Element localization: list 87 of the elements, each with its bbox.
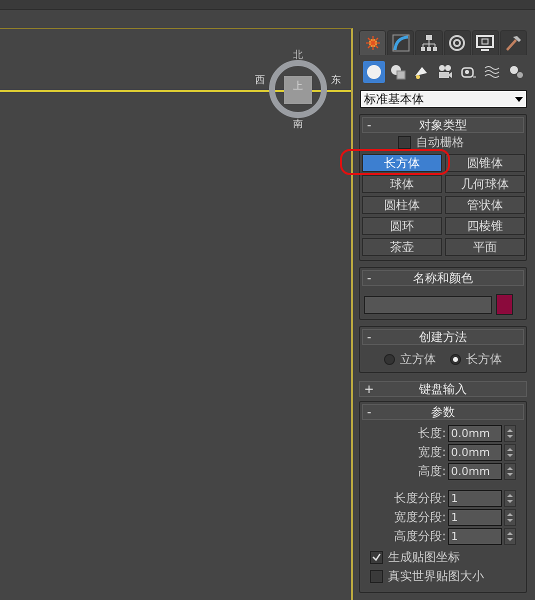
color-swatch[interactable] [496,294,513,315]
field-label: 宽度分段: [392,509,446,526]
spinner-arrows-icon [507,428,513,439]
toggle-sign: - [366,405,372,419]
panel-tab[interactable] [359,30,386,55]
panel-tab[interactable] [500,30,528,55]
checkbox[interactable] [370,570,383,582]
viewcube-ring-drawing[interactable] [268,59,328,119]
object-button[interactable]: 四棱锥 [445,217,525,235]
name-field[interactable] [364,296,492,314]
checkbox-label: 真实世界贴图大小 [388,568,484,584]
spinner-arrows-icon [507,493,513,504]
compass-label: 南 [293,120,303,130]
panel-tab[interactable] [415,30,443,55]
rollout-title: 对象类型 [418,116,468,134]
field-label: 宽度: [416,444,446,461]
panel-tab[interactable] [444,30,471,55]
panel-tab[interactable] [472,30,499,55]
number-field[interactable]: 1 [448,490,502,507]
spinner-button[interactable] [504,528,516,545]
toggle-sign: - [366,271,372,285]
field-label: 高度分段: [392,528,446,545]
spinner-button[interactable] [504,444,516,461]
spinner-button[interactable] [504,490,516,507]
rollout-title: 名称和颜色 [412,270,474,286]
rollout-title: 创建方法 [418,328,468,346]
field-label: 高度: [416,463,446,480]
number-field[interactable]: 1 [448,528,502,545]
radio-button[interactable] [384,354,395,365]
rollout-header[interactable]: - 创建方法 [362,329,524,345]
field-label: 长度: [416,425,446,442]
spinner-arrows-icon [507,447,513,458]
panel-tab[interactable] [387,30,414,55]
category-button[interactable] [363,61,385,83]
checkbox-label: 生成贴图坐标 [388,548,460,566]
type-dropdown[interactable]: 标准基本体 [360,90,527,108]
spinner-arrows-icon [507,512,513,523]
rollout-header[interactable]: - 参数 [362,404,524,420]
caret-icon [515,96,523,102]
spinner-arrows-icon [507,531,513,542]
disc-icon [448,34,466,52]
hierarchy-icon [420,34,438,52]
object-button[interactable]: 平面 [445,238,525,256]
spinner-button[interactable] [504,425,516,442]
camera-icon [437,64,454,80]
number-field[interactable]: 0.0mm [448,425,502,442]
spinner-button[interactable] [504,463,516,480]
radio-button[interactable] [450,354,461,365]
compass-label: 北 [293,51,303,61]
checkbox-label: 自动栅格 [416,134,464,150]
gears-icon [508,64,524,80]
checkbox[interactable] [398,136,411,148]
waves-icon [484,64,500,80]
number-field[interactable]: 0.0mm [448,444,502,461]
radio-option[interactable]: 立方体 [384,351,436,368]
sun-icon [364,35,381,51]
sphere-icon [366,64,382,80]
rollout-title: 参数 [430,404,456,420]
object-button[interactable]: 长方体 [362,154,442,172]
rollout-title: 键盘输入 [418,380,468,398]
object-button[interactable]: 茶壶 [362,238,442,256]
cube-face-label: 上 [293,82,303,92]
compass-label: 西 [255,76,265,86]
toggle-sign: + [363,382,376,396]
rollout-header[interactable]: - 对象类型 [362,117,524,133]
radio-option[interactable]: 长方体 [450,351,502,368]
object-button[interactable]: 圆锥体 [445,154,525,172]
rollout-header[interactable]: - 名称和颜色 [362,270,524,286]
checkbox[interactable] [370,550,383,564]
compass-label: 东 [331,76,341,86]
object-button[interactable]: 几何球体 [445,175,525,193]
toggle-sign: - [366,118,372,132]
number-field[interactable]: 1 [448,509,502,526]
object-button[interactable]: 管状体 [445,196,525,214]
shapes-icon [390,64,406,80]
hammer-icon [504,34,522,52]
object-button[interactable]: 圆柱体 [362,196,442,214]
number-field[interactable]: 0.0mm [448,463,502,480]
field-label: 长度分段: [392,490,446,507]
spinner-button[interactable] [504,509,516,526]
curve-icon [392,34,410,52]
object-button[interactable]: 球体 [362,175,442,193]
spinner-arrows-icon [507,466,513,477]
object-button[interactable]: 圆环 [362,217,442,235]
rollout-header[interactable]: + 键盘输入 [359,381,527,397]
monitor-icon [476,34,494,52]
toggle-sign: - [366,330,372,344]
